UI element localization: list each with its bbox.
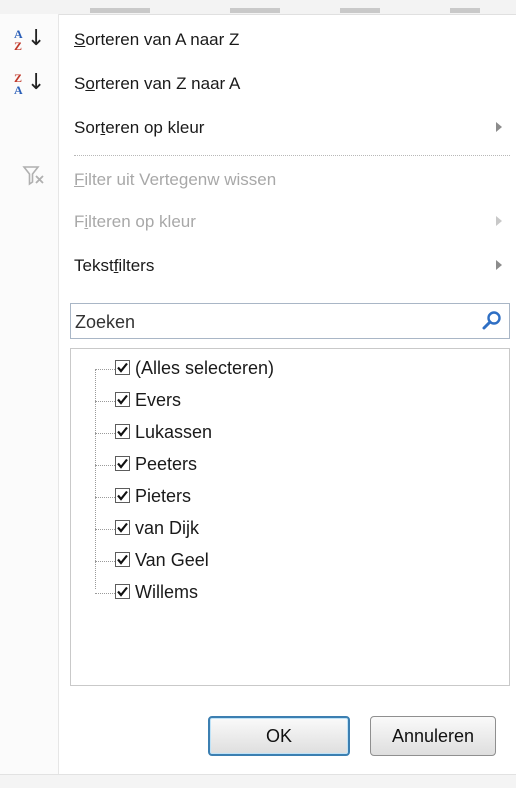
cancel-button[interactable]: Annuleren — [370, 716, 496, 756]
list-item-select-all[interactable]: (Alles selecteren) — [95, 353, 495, 385]
submenu-arrow-icon — [496, 260, 502, 270]
tree-connector — [95, 465, 115, 466]
checkmark-icon — [117, 554, 128, 565]
list-item-label: Peeters — [135, 454, 198, 474]
search-input[interactable] — [71, 304, 477, 340]
checkbox[interactable] — [115, 424, 130, 439]
checkmark-icon — [117, 586, 128, 597]
list-item-label: Evers — [135, 390, 182, 410]
checkbox[interactable] — [115, 456, 130, 471]
header-fragment — [90, 8, 150, 13]
tree-connector — [95, 401, 115, 402]
menu-label: Filter uit Vertegenw wissen — [74, 170, 277, 189]
list-item-label: Van Geel — [135, 550, 209, 570]
tree-connector — [95, 593, 115, 594]
menu-text-filters[interactable]: Tekstfilters — [0, 246, 516, 286]
top-strip — [0, 0, 516, 15]
list-item[interactable]: Peeters — [95, 449, 495, 481]
ok-button[interactable]: OK — [208, 716, 350, 756]
menu-separator — [74, 155, 510, 156]
menu-label: Sorteren van A naar Z — [74, 30, 240, 49]
list-item-label: Lukassen — [135, 422, 213, 442]
bottom-strip — [0, 774, 516, 788]
checkbox[interactable] — [115, 584, 130, 599]
menu-label: Sorteren op kleur — [74, 118, 205, 137]
value-list: (Alles selecteren) Evers Lukassen Peeter… — [70, 348, 510, 686]
tree-connector — [95, 561, 115, 562]
list-item[interactable]: Van Geel — [95, 545, 495, 577]
checkbox[interactable] — [115, 360, 130, 375]
list-item-label: (Alles selecteren) — [135, 358, 275, 378]
list-item-label: van Dijk — [135, 518, 200, 538]
checkbox[interactable] — [115, 552, 130, 567]
checkbox[interactable] — [115, 392, 130, 407]
menu-sort-a-to-z[interactable]: A Z ↓ Sorteren van A naar Z — [0, 20, 516, 60]
submenu-arrow-icon — [496, 216, 502, 226]
menu-sort-by-color[interactable]: Sorteren op kleur — [0, 108, 516, 148]
list-item-label: Pieters — [135, 486, 192, 506]
search-box — [70, 303, 510, 340]
list-item[interactable]: Lukassen — [95, 417, 495, 449]
menu-label: Sorteren van Z naar A — [74, 74, 241, 93]
list-item[interactable]: Evers — [95, 385, 495, 417]
tree-connector — [95, 433, 115, 434]
checkbox[interactable] — [115, 488, 130, 503]
sort-icon-bottom-letter: A — [14, 83, 23, 97]
checkmark-icon — [117, 490, 128, 501]
list-item[interactable]: van Dijk — [95, 513, 495, 545]
menu-sort-z-to-a[interactable]: Z A ↓ Sorteren van Z naar A — [0, 64, 516, 104]
tree-connector — [95, 529, 115, 530]
checkmark-icon — [117, 522, 128, 533]
menu-clear-filter[interactable]: Filter uit Vertegenw wissen — [0, 160, 516, 200]
menu-label: Filteren op kleur — [74, 212, 196, 231]
tree-connector — [95, 497, 115, 498]
checkmark-icon — [117, 394, 128, 405]
submenu-arrow-icon — [496, 122, 502, 132]
arrow-down-icon: ↓ — [27, 26, 46, 51]
sort-icon-bottom-letter: Z — [14, 39, 23, 53]
checkmark-icon — [117, 362, 128, 373]
search-icon[interactable] — [481, 310, 503, 332]
header-fragment — [450, 8, 480, 13]
list-item[interactable]: Willems — [95, 577, 495, 609]
menu-label: Tekstfilters — [74, 256, 155, 275]
menu-filter-by-color[interactable]: Filteren op kleur — [0, 202, 516, 242]
checkbox[interactable] — [115, 520, 130, 535]
tree-connector — [95, 369, 115, 370]
sort-ascending-icon: A Z ↓ — [14, 26, 48, 56]
header-fragment — [230, 8, 280, 13]
arrow-down-icon: ↓ — [27, 70, 46, 95]
header-fragment — [340, 8, 380, 13]
checkmark-icon — [117, 426, 128, 437]
sort-descending-icon: Z A ↓ — [14, 70, 48, 100]
list-item[interactable]: Pieters — [95, 481, 495, 513]
list-item-label: Willems — [135, 582, 198, 602]
checkmark-icon — [117, 458, 128, 469]
